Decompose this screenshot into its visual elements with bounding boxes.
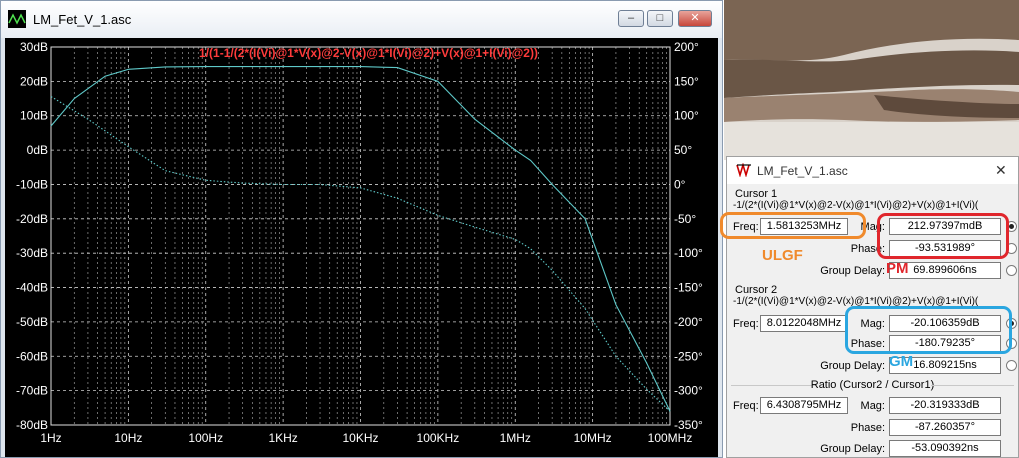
cursor2-group-delay-radio[interactable] [1006, 360, 1017, 371]
x-tick-label: 100KHz [417, 431, 460, 445]
close-button[interactable]: ✕ [678, 10, 712, 27]
x-tick-label: 10Hz [114, 431, 142, 445]
plot-area[interactable]: 1Hz 10Hz 100Hz 1KHz 10KHz 100KHz 1MHz 10MHz 100M… [5, 38, 718, 457]
y-left-tick-label: -20dB [16, 212, 48, 226]
background-photo [724, 0, 1019, 160]
ulgf-highlight-box [720, 212, 866, 239]
ratio-phase-label: Phase: [850, 422, 885, 434]
cursor2-freq-label: Freq: [733, 318, 759, 330]
cursor-dialog-title: LM_Fet_V_1.asc [757, 164, 848, 178]
y-right-tick-label: -350° [674, 418, 703, 432]
ratio-mag-field[interactable]: -20.319333dB [889, 397, 1001, 414]
y-left-tick-label: -30dB [16, 246, 48, 260]
bode-plot[interactable]: 1Hz 10Hz 100Hz 1KHz 10KHz 100KHz 1MHz 10MHz 100M… [5, 38, 718, 457]
x-tick-label: 1Hz [40, 431, 61, 445]
cursor1-expression: -1/(2*(I(Vi)@1*V(x)@2-V(x)@1*I(Vi)@2)+V(… [733, 200, 979, 211]
y-right-tick-label: -300° [674, 384, 703, 398]
cursor-dialog-titlebar[interactable]: LM_Fet_V_1.asc ✕ [727, 157, 1018, 184]
minimize-button[interactable]: – [618, 10, 644, 27]
y-left-tick-label: -10dB [16, 177, 48, 191]
y-right-tick-label: -50° [674, 212, 696, 226]
y-left-tick-label: -60dB [16, 349, 48, 363]
maximize-button[interactable]: □ [647, 10, 673, 27]
y-right-tick-label: 100° [674, 109, 699, 123]
ltspice-logo-icon [736, 163, 751, 177]
x-tick-label: 10MHz [574, 431, 612, 445]
y-right-tick-label: -100° [674, 246, 703, 260]
photo-image [724, 0, 1019, 160]
ratio-freq-field[interactable]: 6.4308795MHz [760, 397, 848, 414]
y-left-tick-label: 20dB [20, 74, 48, 88]
trace-expression-label[interactable]: 1/(1-1/(2*(I(Vi)@1*V(x)@2-V(x)@1*I(Vi)@2… [199, 46, 538, 60]
dialog-close-button[interactable]: ✕ [995, 162, 1007, 179]
ratio-group-delay-field[interactable]: -53.090392ns [889, 440, 1001, 457]
ltspice-waveform-icon [8, 10, 26, 28]
y-right-tick-label: -200° [674, 315, 703, 329]
ulgf-annotation: ULGF [762, 247, 803, 264]
cursor2-freq-field[interactable]: 8.0122048MHz [760, 315, 848, 332]
cursor2-group-delay-label: Group Delay: [820, 360, 885, 372]
y-left-tick-label: 30dB [20, 40, 48, 54]
ratio-divider-right [931, 385, 1014, 386]
plot-window-titlebar[interactable]: LM_Fet_V_1.asc – □ ✕ [1, 1, 722, 38]
ratio-mag-label: Mag: [860, 400, 885, 412]
cursor1-group-delay-label: Group Delay: [820, 265, 885, 277]
gm-highlight-box [845, 306, 1012, 354]
plot-window: LM_Fet_V_1.asc – □ ✕ 1Hz 10Hz 100Hz 1KHz 10K… [0, 0, 723, 458]
pm-highlight-box [877, 213, 1009, 259]
y-left-tick-label: -50dB [16, 315, 48, 329]
ratio-freq-label: Freq: [733, 400, 759, 412]
y-left-tick-label: 10dB [20, 109, 48, 123]
y-right-tick-label: 200° [674, 40, 699, 54]
x-tick-label: 10KHz [342, 431, 378, 445]
gm-annotation: GM [889, 353, 914, 370]
y-right-tick-label: 0° [674, 177, 686, 191]
y-right-tick-label: 150° [674, 74, 699, 88]
pm-annotation: PM [886, 260, 909, 277]
plot-window-title: LM_Fet_V_1.asc [33, 12, 132, 27]
cursor2-title: Cursor 2 [735, 284, 778, 296]
cursor1-group-delay-radio[interactable] [1006, 265, 1017, 276]
x-tick-label: 1MHz [500, 431, 531, 445]
y-right-tick-label: -150° [674, 281, 703, 295]
y-right-tick-label: 50° [674, 143, 692, 157]
y-right-tick-label: -250° [674, 349, 703, 363]
y-left-tick-label: -70dB [16, 384, 48, 398]
y-left-tick-label: -80dB [16, 418, 48, 432]
y-left-tick-label: -40dB [16, 281, 48, 295]
y-left-tick-label: 0dB [27, 143, 48, 157]
x-tick-label: 1KHz [268, 431, 297, 445]
cursor1-title: Cursor 1 [735, 188, 778, 200]
ratio-group-delay-label: Group Delay: [820, 443, 885, 455]
x-tick-label: 100Hz [188, 431, 223, 445]
ratio-phase-field[interactable]: -87.260357° [889, 419, 1001, 436]
x-tick-label: 100MHz [648, 431, 693, 445]
